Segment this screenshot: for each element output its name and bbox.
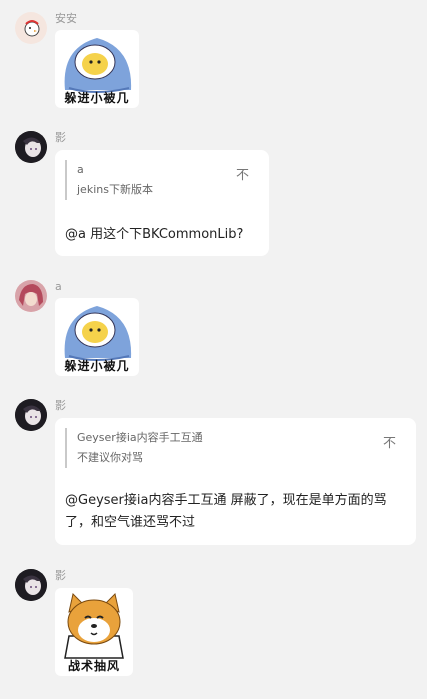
message-item: a 躲进小被几: [0, 280, 427, 380]
sticker-caption: 战术抽风: [67, 659, 120, 673]
reply-quote[interactable]: Geyser接ia内容手工互通 不建议你对骂: [65, 428, 377, 468]
avatar[interactable]: [15, 280, 47, 312]
quote-author: Geyser接ia内容手工互通: [77, 431, 203, 444]
sender-name: 影: [55, 399, 66, 412]
quote-author: a: [77, 163, 84, 176]
message-text: @a 用这个下BKCommonLib?: [65, 227, 244, 242]
message-bubble[interactable]: Geyser接ia内容手工互通 不建议你对骂 不 @Geyser接ia内容手工互…: [55, 418, 416, 545]
message-item: 影 a jekins下新版本 不 @a 用这个下BKCommonLib?: [0, 131, 427, 261]
sticker-image[interactable]: 战术抽风: [55, 588, 133, 676]
anime-girl-avatar-icon: [15, 131, 47, 163]
sender-name: 影: [55, 131, 66, 144]
message-item: 影 Geyser接ia内容手工互通 不建议你对骂 不 @Geyser接ia内容手…: [0, 399, 427, 549]
anime-girl-avatar-icon: [15, 399, 47, 431]
avatar[interactable]: [15, 131, 47, 163]
message-item: 安安 躲进小被几: [0, 12, 427, 112]
sticker-caption: 躲进小被几: [64, 359, 130, 373]
message-text: @Geyser接ia内容手工互通 屏蔽了，现在是单方面的骂了，和空气谁还骂不过: [65, 493, 387, 530]
sticker-image[interactable]: 躲进小被几: [55, 298, 139, 376]
quote-text: jekins下新版本: [77, 183, 153, 196]
chicken-avatar-icon: [15, 12, 47, 44]
reply-quote[interactable]: a jekins下新版本: [65, 160, 247, 200]
avatar[interactable]: [15, 569, 47, 601]
sticker-image[interactable]: 躲进小被几: [55, 30, 139, 108]
quote-close-icon[interactable]: 不: [236, 164, 249, 183]
message-item: 影 战术抽风: [0, 569, 427, 679]
anime-girl-avatar-icon: [15, 569, 47, 601]
sticker-caption: 躲进小被几: [64, 91, 130, 105]
avatar[interactable]: [15, 399, 47, 431]
quote-text: 不建议你对骂: [77, 451, 143, 464]
sender-name: 安安: [55, 12, 77, 25]
quote-close-icon[interactable]: 不: [383, 432, 396, 451]
avatar[interactable]: [15, 12, 47, 44]
pink-hair-avatar-icon: [15, 280, 47, 312]
message-bubble[interactable]: a jekins下新版本 不 @a 用这个下BKCommonLib?: [55, 150, 269, 256]
sender-name: a: [55, 280, 62, 293]
sender-name: 影: [55, 569, 66, 582]
